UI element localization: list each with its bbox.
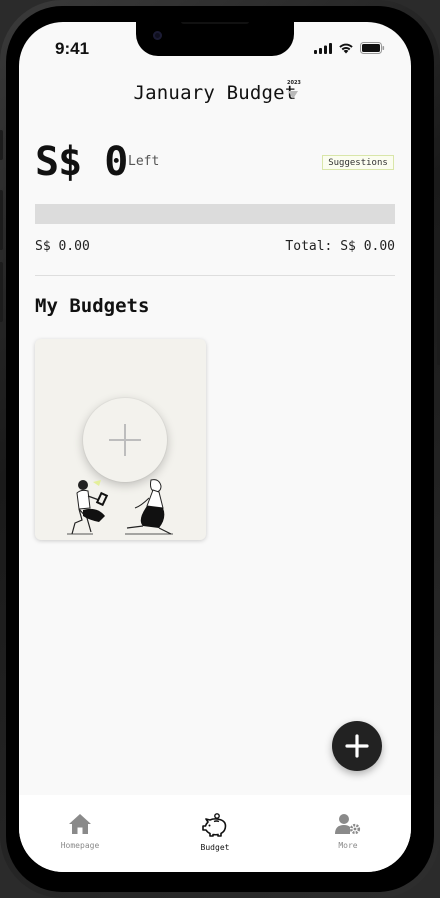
add-transaction-fab[interactable] xyxy=(332,721,382,771)
plus-icon xyxy=(109,424,141,456)
page-title: January Budget xyxy=(133,82,297,104)
tab-homepage[interactable]: Homepage xyxy=(40,813,120,850)
total-amount: Total: S$ 0.00 xyxy=(285,239,395,254)
people-illustration xyxy=(67,479,173,535)
volume-down-button xyxy=(0,262,3,322)
tab-more[interactable]: More xyxy=(308,813,388,850)
phone-frame: 9:41 January Budget 2023 S$ 0 Left Sugge… xyxy=(0,0,440,898)
status-time: 9:41 xyxy=(55,39,90,58)
user-settings-icon xyxy=(335,814,361,835)
home-icon xyxy=(69,814,91,834)
year-label: 2023 xyxy=(287,80,301,86)
volume-up-button xyxy=(0,190,3,250)
tab-bar: Homepage Budget More xyxy=(19,795,411,872)
spent-amount: S$ 0.00 xyxy=(35,239,90,254)
divider xyxy=(35,275,395,276)
section-title-my-budgets: My Budgets xyxy=(35,295,150,317)
cellular-signal-icon xyxy=(314,42,332,54)
tab-label: Budget xyxy=(200,843,230,852)
piggy-bank-icon xyxy=(202,813,227,837)
status-icons xyxy=(314,42,385,54)
budget-progress-bar xyxy=(35,204,395,224)
suggestions-button[interactable]: Suggestions xyxy=(322,155,394,170)
caret-down-icon[interactable] xyxy=(288,91,298,99)
tab-label: More xyxy=(338,841,358,850)
add-budget-button[interactable] xyxy=(83,398,167,482)
wifi-icon xyxy=(339,43,353,54)
left-label: Left xyxy=(128,154,160,169)
tab-budget[interactable]: Budget xyxy=(175,813,255,852)
month-selector[interactable]: January Budget xyxy=(19,82,411,104)
screen: 9:41 January Budget 2023 S$ 0 Left Sugge… xyxy=(19,22,411,872)
plus-icon xyxy=(345,734,369,758)
battery-icon xyxy=(360,42,385,54)
tab-label: Homepage xyxy=(60,841,100,850)
notch xyxy=(136,22,294,56)
camera-icon xyxy=(153,31,162,40)
mute-switch xyxy=(0,130,3,160)
amount-left: S$ 0 xyxy=(35,139,128,185)
add-budget-card[interactable] xyxy=(35,339,206,540)
